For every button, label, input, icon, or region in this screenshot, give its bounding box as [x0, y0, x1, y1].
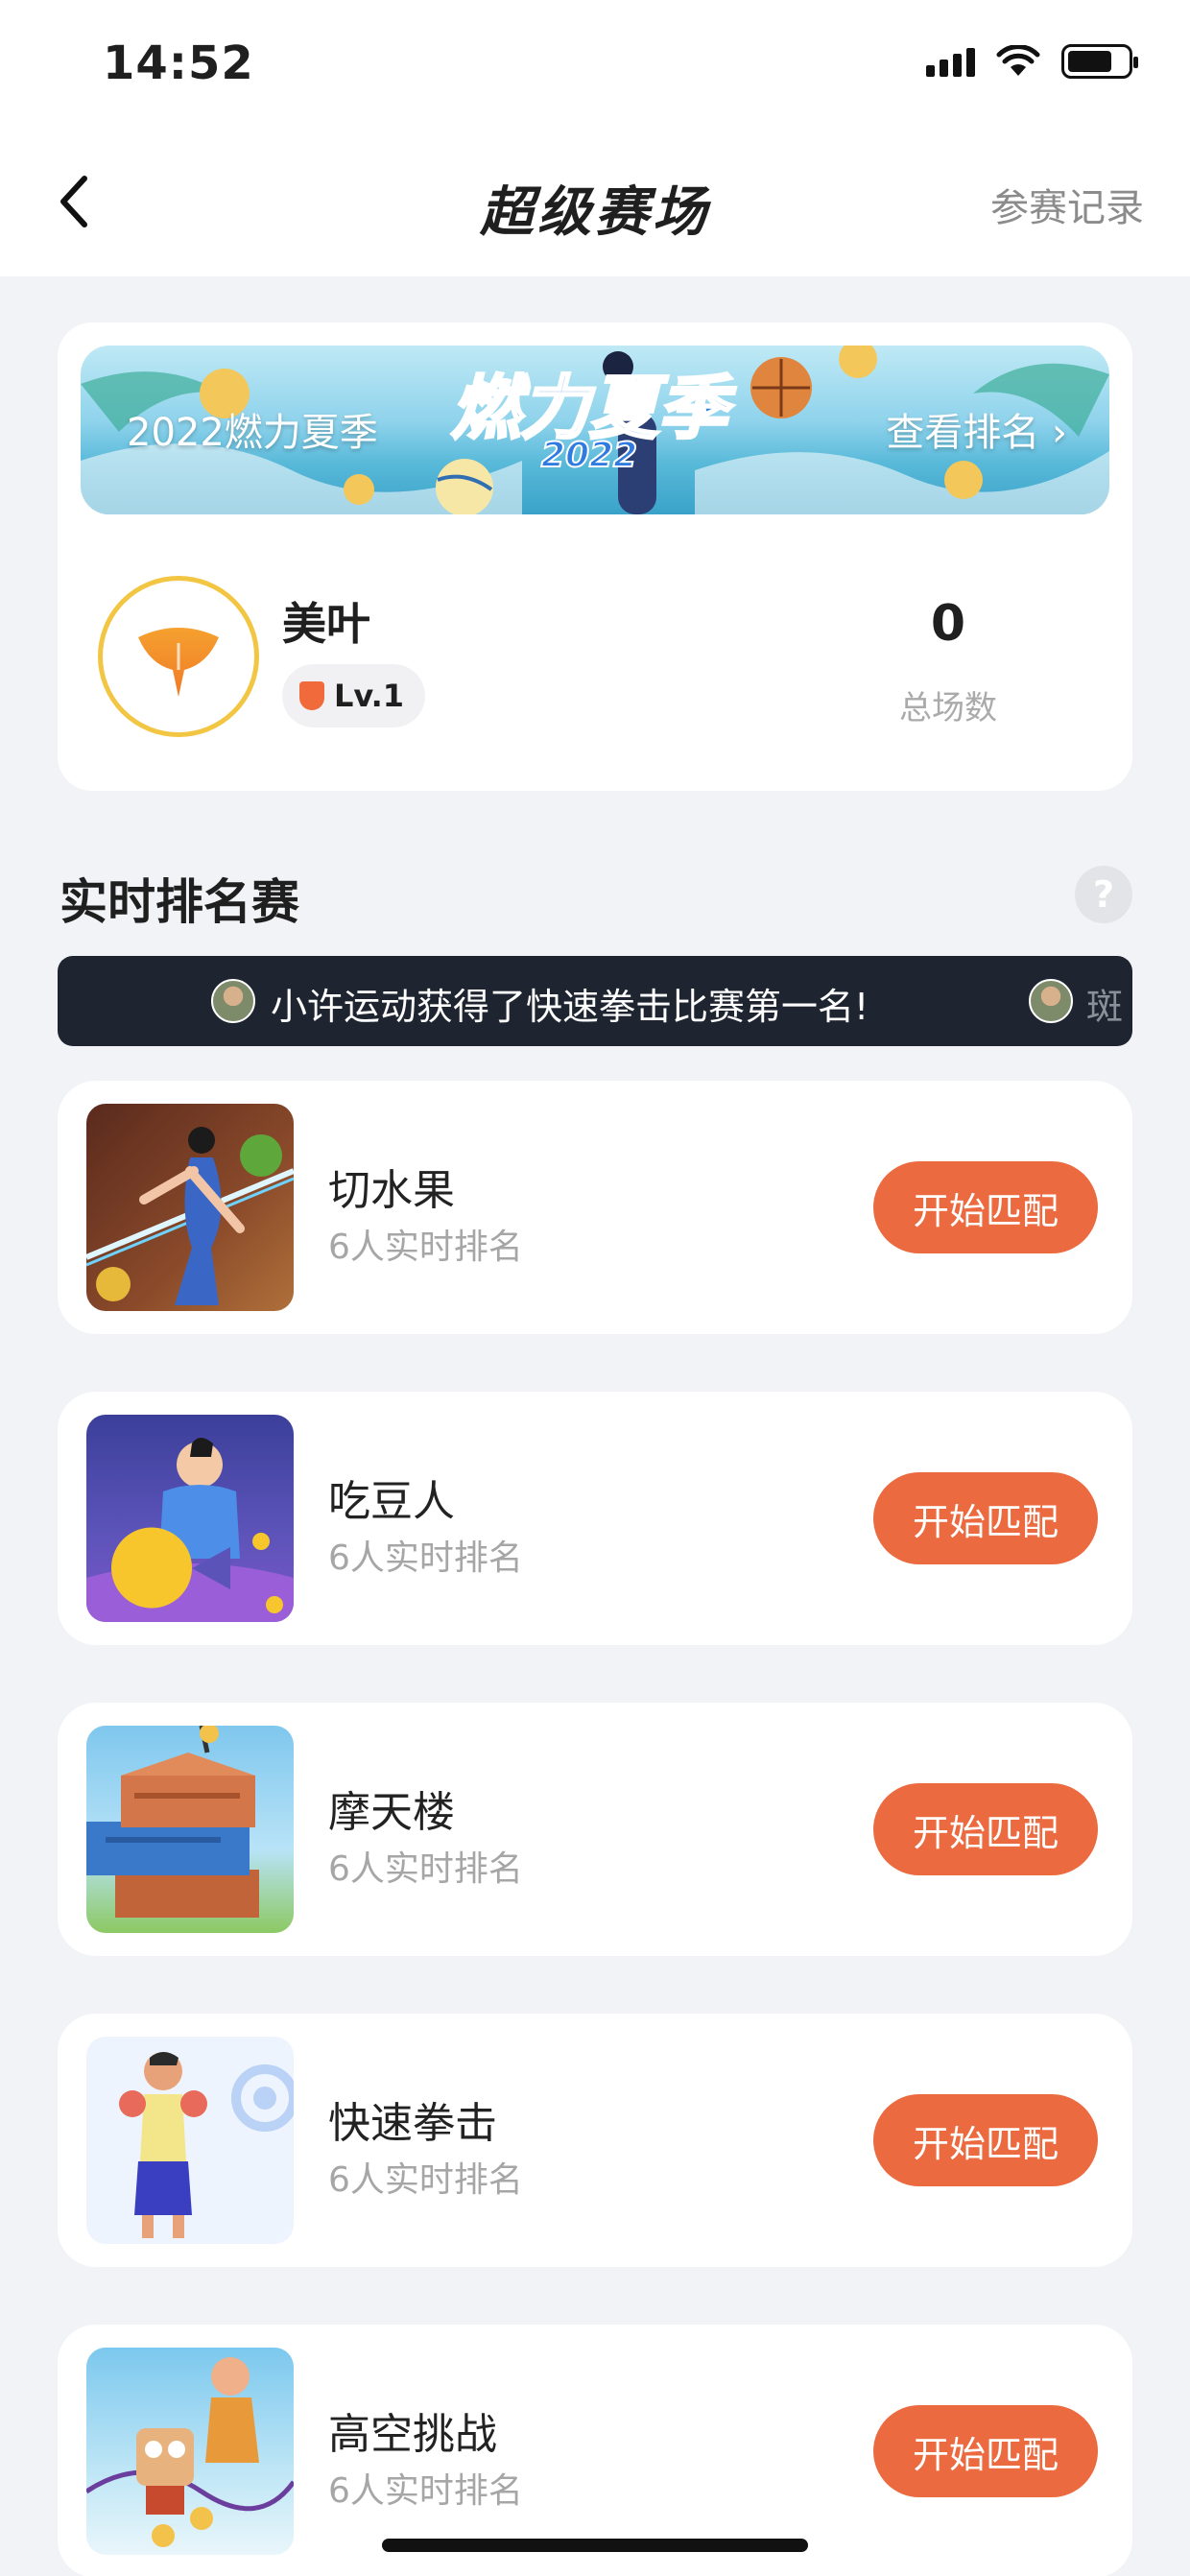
ticker-avatar: [211, 979, 255, 1023]
ticker-avatar-next: [1029, 979, 1073, 1023]
status-time: 14:52: [103, 36, 254, 90]
wifi-icon: [996, 45, 1040, 76]
game-thumbnail: [86, 1726, 294, 1933]
start-match-button[interactable]: 开始匹配: [873, 1783, 1098, 1875]
event-banner[interactable]: 2022燃力夏季 燃力夏季 2022 查看排名 ›: [81, 346, 1109, 514]
home-indicator[interactable]: [382, 2539, 808, 2552]
game-thumbnail: [86, 1104, 294, 1311]
shield-icon: [299, 681, 324, 710]
ticker-message: 小许运动获得了快速拳击比赛第一名!: [271, 986, 869, 1028]
ginkgo-leaf-icon: [138, 628, 219, 697]
battery-icon: [1061, 44, 1138, 79]
game-thumbnail: [86, 2348, 294, 2555]
game-subtitle: 6人实时排名: [328, 1849, 523, 1889]
chevron-right-icon: ›: [1052, 411, 1067, 455]
game-thumbnail: [86, 2037, 294, 2244]
level-badge: Lv.1: [282, 664, 426, 727]
game-name: 吃豆人: [328, 1477, 455, 1526]
game-subtitle: 6人实时排名: [328, 1538, 523, 1578]
status-icons: [926, 44, 1138, 79]
total-count-value: 0: [930, 595, 966, 653]
game-card[interactable]: 吃豆人 6人实时排名 开始匹配: [58, 1392, 1132, 1645]
start-match-button[interactable]: 开始匹配: [873, 2094, 1098, 2186]
section-title: 实时排名赛: [60, 874, 299, 930]
signal-icon: [926, 46, 975, 77]
start-match-button[interactable]: 开始匹配: [873, 1161, 1098, 1253]
ticker-message-next: 斑: [1086, 986, 1124, 1028]
game-card[interactable]: 切水果 6人实时排名 开始匹配: [58, 1081, 1132, 1334]
help-icon[interactable]: ?: [1075, 866, 1132, 923]
banner-logo: 燃力夏季 2022: [449, 367, 728, 477]
avatar[interactable]: [98, 576, 259, 737]
game-subtitle: 6人实时排名: [328, 2471, 523, 2511]
game-card[interactable]: 快速拳击 6人实时排名 开始匹配: [58, 2014, 1132, 2267]
game-thumbnail: [86, 1415, 294, 1622]
game-subtitle: 6人实时排名: [328, 1228, 523, 1267]
user-name: 美叶: [282, 598, 370, 650]
game-name: 高空挑战: [328, 2410, 497, 2459]
game-name: 快速拳击: [328, 2099, 497, 2148]
announcement-ticker: 小许运动获得了快速拳击比赛第一名! 斑: [58, 956, 1132, 1046]
header: 14:52 超级赛场 参赛记录: [0, 0, 1190, 276]
start-match-button[interactable]: 开始匹配: [873, 2405, 1098, 2497]
game-name: 切水果: [328, 1166, 455, 1215]
profile-card: 2022燃力夏季 燃力夏季 2022 查看排名 › 美叶 Lv.1 0 总场数: [58, 322, 1132, 791]
game-subtitle: 6人实时排名: [328, 2160, 523, 2200]
entry-records-link[interactable]: 参赛记录: [990, 177, 1144, 232]
total-count-label: 总场数: [899, 689, 997, 727]
game-name: 摩天楼: [328, 1788, 455, 1837]
game-card[interactable]: 摩天楼 6人实时排名 开始匹配: [58, 1703, 1132, 1956]
banner-event-name: 2022燃力夏季: [127, 411, 378, 455]
view-ranking-link[interactable]: 查看排名 ›: [886, 401, 1067, 457]
start-match-button[interactable]: 开始匹配: [873, 1472, 1098, 1564]
